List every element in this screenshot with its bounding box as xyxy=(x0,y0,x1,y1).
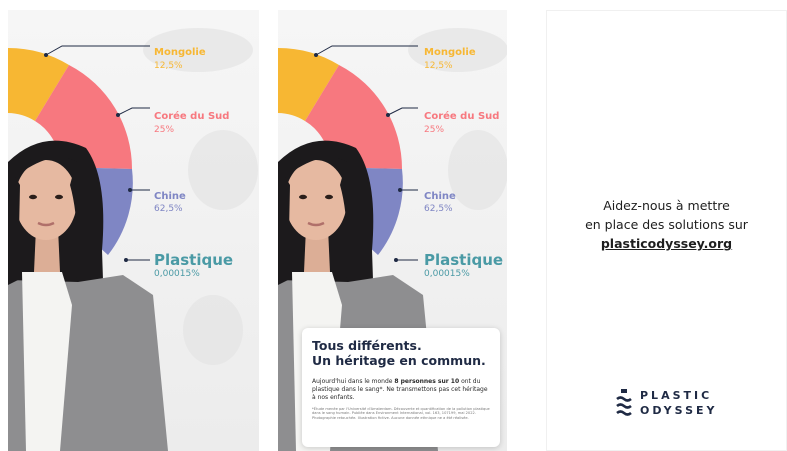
slice-label-mongolie: Mongolie xyxy=(154,47,206,58)
slice-value-chine: 62,5% xyxy=(424,204,453,214)
brand-name-line1: PLASTIC xyxy=(640,389,713,402)
slice-value-plastique: 0,00015% xyxy=(424,269,470,279)
card-headline-line1: Tous différents. xyxy=(312,338,422,353)
card-body-highlight: 8 personnes sur 10 xyxy=(394,378,460,385)
slice-value-plastique: 0,00015% xyxy=(154,269,200,279)
brand-name-line2: ODYSSEY xyxy=(640,404,718,417)
slice-label-chine: Chine xyxy=(424,191,456,202)
card-headline-line2: Un héritage en commun. xyxy=(312,353,486,368)
poster-panel-1: Mongolie 12,5% Corée du Sud 25% Chine 62… xyxy=(8,10,259,451)
card-body-text: Aujourd'hui dans le monde xyxy=(312,378,395,385)
slice-label-plastique: Plastique xyxy=(424,251,504,269)
slice-label-chine: Chine xyxy=(154,191,186,202)
poster-panel-3: Aidez-nous à mettre en place des solutio… xyxy=(546,10,787,451)
slice-label-coree: Corée du Sud xyxy=(424,111,500,122)
slice-value-mongolie: 12,5% xyxy=(424,61,453,71)
slice-label-coree: Corée du Sud xyxy=(154,111,230,122)
wave-logo-icon xyxy=(616,389,632,416)
slice-value-coree: 25% xyxy=(154,125,175,135)
message-card: Tous différents. Un héritage en commun. … xyxy=(302,328,500,447)
cta-line1: Aidez-nous à mettre xyxy=(603,198,730,213)
poster-panel-2: Mongolie 12,5% Corée du Sud 25% Chine 62… xyxy=(278,10,507,451)
portrait xyxy=(8,140,168,451)
slice-value-chine: 62,5% xyxy=(154,204,183,214)
slice-value-coree: 25% xyxy=(424,125,445,135)
card-body: Aujourd'hui dans le monde 8 personnes su… xyxy=(312,378,490,402)
slice-label-mongolie: Mongolie xyxy=(424,47,476,58)
card-footnote: *Étude menée par l'Université d'Amsterda… xyxy=(312,407,490,420)
slice-label-plastique: Plastique xyxy=(154,251,234,269)
slice-value-mongolie: 12,5% xyxy=(154,61,183,71)
cta-line2: en place des solutions sur xyxy=(585,217,748,232)
poster-illustration xyxy=(8,28,258,451)
cta-link[interactable]: plasticodyssey.org xyxy=(547,234,786,253)
